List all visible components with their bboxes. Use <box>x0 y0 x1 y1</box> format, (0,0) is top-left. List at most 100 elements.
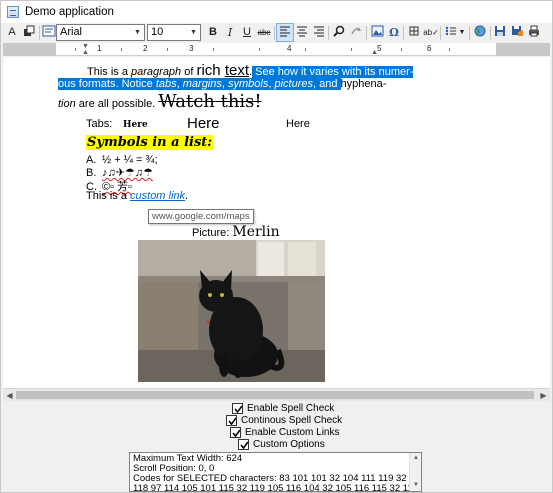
printer-icon <box>529 25 539 37</box>
app-icon <box>7 6 19 18</box>
scroll-up-arrow-icon[interactable]: ▲ <box>410 453 421 464</box>
tab-text-2: Here <box>187 115 220 132</box>
underline-button[interactable]: U <box>238 23 256 42</box>
scroll-down-arrow-icon[interactable]: ▼ <box>410 480 421 491</box>
web-link-button[interactable] <box>471 23 489 42</box>
ruler[interactable]: ▼ ▲ ▲ 1 2 3 4 5 6 <box>3 43 550 56</box>
paragraph-line-2: ous formats. Notice tabs, margins, symbo… <box>58 78 386 90</box>
text-run-large: rich <box>196 62 221 79</box>
ruler-tick <box>449 48 450 51</box>
insert-picture-button[interactable] <box>368 23 386 42</box>
bullet-list-icon <box>445 26 456 36</box>
list-item-text: ½ + ¼ = ¾; <box>102 154 158 166</box>
text-run-large-underlined: text <box>224 62 249 79</box>
text-run: This is a <box>87 66 132 78</box>
text-run: are all possible. <box>75 98 159 110</box>
cat-picture[interactable] <box>138 240 325 382</box>
align-center-button[interactable] <box>293 23 311 42</box>
replace-button[interactable] <box>347 23 365 42</box>
info-textbox[interactable]: Maximum Text Width: 624 Scroll Position:… <box>129 452 422 492</box>
font-name-combo[interactable]: Arial ▼ <box>56 24 145 41</box>
font-name-value: Arial <box>60 26 83 38</box>
checkmark-icon <box>234 405 243 414</box>
info-vertical-scrollbar[interactable]: ▲ ▼ <box>409 453 421 491</box>
cat-photo-image <box>138 240 325 382</box>
align-left-icon <box>280 26 290 37</box>
link-tooltip: www.google.com/maps <box>148 209 254 224</box>
scroll-right-arrow-icon[interactable]: ▶ <box>537 389 550 402</box>
text-run: . <box>185 190 189 202</box>
strikethrough-text: Watch this! <box>158 91 262 112</box>
horizontal-scrollbar[interactable]: ◀ ▶ <box>3 388 550 401</box>
chevron-down-icon: ▼ <box>134 29 141 36</box>
selected-text-italic: symbols <box>228 78 269 90</box>
checkmark-icon <box>240 441 249 450</box>
chevron-down-icon: ▼ <box>190 29 197 36</box>
chevron-down-icon: ▼ <box>458 29 466 36</box>
checkbox-checked[interactable] <box>230 427 241 438</box>
checkbox-checked[interactable] <box>238 439 249 450</box>
strikethrough-button[interactable]: abc <box>255 23 273 42</box>
scroll-left-arrow-icon[interactable]: ◀ <box>3 389 16 402</box>
toolbar-separator <box>469 26 470 40</box>
app-window: Demo application A Arial ▼ 10 ▼ B I U ab… <box>0 0 553 493</box>
font-color-icon: A <box>8 26 16 38</box>
picture-icon <box>371 25 383 37</box>
globe-icon <box>474 25 486 37</box>
ruler-tick <box>259 48 260 51</box>
checkbox-checked[interactable] <box>232 403 243 414</box>
copy-format-icon <box>24 25 35 36</box>
insert-symbol-button[interactable]: Ω <box>385 23 403 42</box>
picture-caption: Picture: Merlin <box>192 224 280 240</box>
print-button[interactable] <box>525 23 543 42</box>
ruler-number: 2 <box>143 44 148 53</box>
ruler-tick <box>213 48 214 51</box>
find-button[interactable] <box>330 23 348 42</box>
italic-button[interactable]: I <box>221 23 239 42</box>
title-bar: Demo application <box>1 1 552 23</box>
save-as-button[interactable] <box>508 23 526 42</box>
selected-text-italic: pictures <box>274 78 313 90</box>
selected-text: ous formats. Notice <box>58 78 156 90</box>
ruler-number: 6 <box>427 44 432 53</box>
link-line: This is a custom link. <box>86 190 188 202</box>
align-center-icon <box>297 26 307 37</box>
search-icon <box>333 25 345 37</box>
save-as-icon <box>511 26 523 36</box>
align-left-button[interactable] <box>276 23 294 42</box>
ruler-tick <box>351 48 352 51</box>
checkbox-checked[interactable] <box>226 415 237 426</box>
ruler-tick <box>75 48 76 51</box>
list-item: A. ½ + ¼ = ¾; <box>86 154 158 166</box>
selected-text-italic: margins <box>182 78 222 90</box>
rich-text-editor[interactable]: This is a paragraph of rich text. See ho… <box>3 57 550 388</box>
font-color-button[interactable]: A <box>3 23 21 42</box>
spell-check-button[interactable]: ab✓ <box>422 23 440 42</box>
insert-table-button[interactable] <box>405 23 423 42</box>
symbols-heading-text: Symbols in a list: <box>86 135 214 150</box>
tab-text-1: Here <box>123 120 148 130</box>
text-run: This is a <box>86 190 131 202</box>
copy-format-button[interactable] <box>20 23 38 42</box>
align-right-button[interactable] <box>310 23 328 42</box>
scrollbar-thumb[interactable] <box>16 391 534 399</box>
selected-text: See how it varies with its numer- <box>252 66 414 78</box>
bullet-list-dropdown[interactable]: ▼ <box>457 23 467 42</box>
table-icon <box>409 26 419 36</box>
paragraph-format-icon <box>42 25 56 37</box>
tabs-line: Tabs: <box>86 118 112 130</box>
paragraph-line-1: This is a paragraph of rich text. See ho… <box>87 62 414 79</box>
bold-button[interactable]: B <box>204 23 222 42</box>
paragraph-line-3: tion are all possible. Watch this! <box>58 91 262 112</box>
save-button[interactable] <box>491 23 509 42</box>
ruler-tick <box>305 48 306 51</box>
toolbar-separator <box>366 26 367 40</box>
checkmark-icon <box>228 417 237 426</box>
picture-title: Merlin <box>232 224 280 240</box>
custom-link[interactable]: custom link <box>130 190 185 202</box>
left-indent-marker[interactable]: ▲ <box>82 49 89 56</box>
ruler-tick <box>401 48 402 51</box>
ruler-number: 1 <box>97 44 102 53</box>
font-size-combo[interactable]: 10 ▼ <box>147 24 201 41</box>
option-label: Custom Options <box>253 439 325 450</box>
